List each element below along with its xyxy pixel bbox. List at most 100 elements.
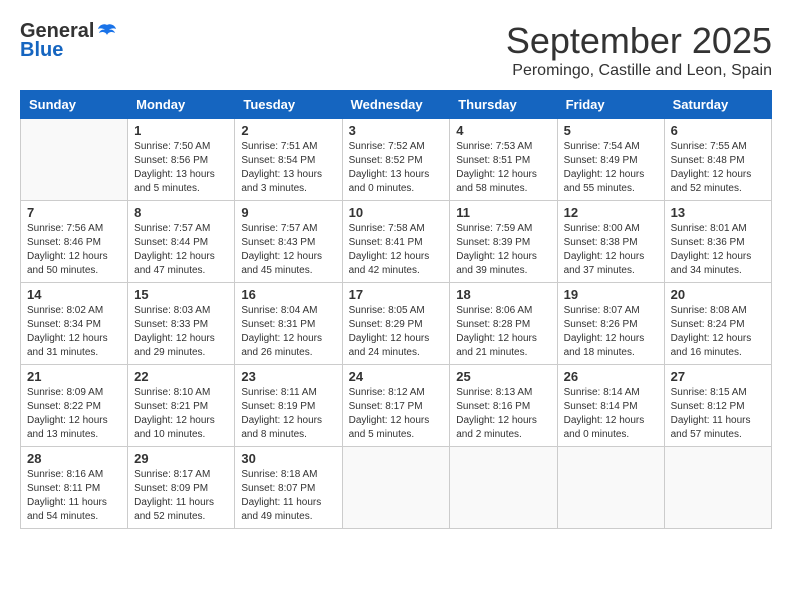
day-number: 19 xyxy=(564,287,658,302)
calendar-day-cell: 21Sunrise: 8:09 AMSunset: 8:22 PMDayligh… xyxy=(21,365,128,447)
header-monday: Monday xyxy=(128,91,235,119)
calendar-day-cell: 30 Sunrise: 8:18 AMSunset: 8:07 PMDayligh… xyxy=(235,447,342,529)
header-wednesday: Wednesday xyxy=(342,91,450,119)
calendar-day-cell: 18Sunrise: 8:06 AMSunset: 8:28 PMDayligh… xyxy=(450,283,557,365)
day-info: Sunrise: 8:18 AMSunset: 8:07 PMDaylight:… xyxy=(241,468,335,524)
calendar-day-cell: 25Sunrise: 8:13 AMSunset: 8:16 PMDayligh… xyxy=(450,365,557,447)
calendar-day-cell: 28Sunrise: 8:16 AMSunset: 8:11 PMDayligh… xyxy=(21,447,128,529)
day-number: 23 xyxy=(241,369,335,384)
day-number: 16 xyxy=(241,287,335,302)
day-info: Sunrise: 8:05 AMSunset: 8:29 PMDaylight:… xyxy=(349,304,444,360)
calendar-day-cell: 20 Sunrise: 8:08 AMSunset: 8:24 PMDayligh… xyxy=(664,283,771,365)
day-info: Sunrise: 7:54 AMSunset: 8:49 PMDaylight:… xyxy=(564,140,658,196)
day-info: Sunrise: 7:58 AMSunset: 8:41 PMDaylight:… xyxy=(349,222,444,278)
calendar-day-cell: 26 Sunrise: 8:14 AMSunset: 8:14 PMDayligh… xyxy=(557,365,664,447)
calendar-day-cell: 29Sunrise: 8:17 AMSunset: 8:09 PMDayligh… xyxy=(128,447,235,529)
day-info: Sunrise: 8:13 AMSunset: 8:16 PMDaylight:… xyxy=(456,386,550,442)
calendar-week-row: 7 Sunrise: 7:56 AMSunset: 8:46 PMDaylight… xyxy=(21,201,772,283)
calendar-week-row: 14 Sunrise: 8:02 AMSunset: 8:34 PMDayligh… xyxy=(21,283,772,365)
calendar-week-row: 21Sunrise: 8:09 AMSunset: 8:22 PMDayligh… xyxy=(21,365,772,447)
page-header: General Blue September 2025 Peromingo, C… xyxy=(20,20,772,80)
month-year-title: September 2025 xyxy=(506,20,772,62)
calendar-header-row: Sunday Monday Tuesday Wednesday Thursday… xyxy=(21,91,772,119)
logo: General Blue xyxy=(20,20,118,62)
day-number: 15 xyxy=(134,287,228,302)
day-number: 9 xyxy=(241,205,335,220)
location-subtitle: Peromingo, Castille and Leon, Spain xyxy=(506,62,772,80)
day-info: Sunrise: 7:57 AMSunset: 8:43 PMDaylight:… xyxy=(241,222,335,278)
day-info: Sunrise: 8:11 AMSunset: 8:19 PMDaylight:… xyxy=(241,386,335,442)
calendar-day-cell: 3Sunrise: 7:52 AMSunset: 8:52 PMDaylight… xyxy=(342,119,450,201)
calendar-day-cell: 2 Sunrise: 7:51 AMSunset: 8:54 PMDaylight… xyxy=(235,119,342,201)
header-tuesday: Tuesday xyxy=(235,91,342,119)
day-info: Sunrise: 7:53 AMSunset: 8:51 PMDaylight:… xyxy=(456,140,550,196)
calendar-day-cell: 22 Sunrise: 8:10 AMSunset: 8:21 PMDayligh… xyxy=(128,365,235,447)
day-number: 14 xyxy=(27,287,121,302)
calendar-week-row: 1 Sunrise: 7:50 AMSunset: 8:56 PMDaylight… xyxy=(21,119,772,201)
header-friday: Friday xyxy=(557,91,664,119)
calendar-day-cell: 17 Sunrise: 8:05 AMSunset: 8:29 PMDayligh… xyxy=(342,283,450,365)
day-number: 11 xyxy=(456,205,550,220)
calendar-day-cell: 4Sunrise: 7:53 AMSunset: 8:51 PMDaylight… xyxy=(450,119,557,201)
day-number: 7 xyxy=(27,205,121,220)
calendar-day-cell: 24 Sunrise: 8:12 AMSunset: 8:17 PMDayligh… xyxy=(342,365,450,447)
calendar-day-cell: 12 Sunrise: 8:00 AMSunset: 8:38 PMDayligh… xyxy=(557,201,664,283)
calendar-day-cell: 1 Sunrise: 7:50 AMSunset: 8:56 PMDaylight… xyxy=(128,119,235,201)
day-number: 5 xyxy=(564,123,658,138)
day-number: 24 xyxy=(349,369,444,384)
calendar-day-cell: 5 Sunrise: 7:54 AMSunset: 8:49 PMDaylight… xyxy=(557,119,664,201)
day-number: 30 xyxy=(241,451,335,466)
day-info: Sunrise: 8:08 AMSunset: 8:24 PMDaylight:… xyxy=(671,304,765,360)
day-number: 26 xyxy=(564,369,658,384)
calendar-day-cell: 6 Sunrise: 7:55 AMSunset: 8:48 PMDaylight… xyxy=(664,119,771,201)
calendar-day-cell: 27 Sunrise: 8:15 AMSunset: 8:12 PMDayligh… xyxy=(664,365,771,447)
day-number: 20 xyxy=(671,287,765,302)
day-info: Sunrise: 8:06 AMSunset: 8:28 PMDaylight:… xyxy=(456,304,550,360)
calendar-day-cell: 16 Sunrise: 8:04 AMSunset: 8:31 PMDayligh… xyxy=(235,283,342,365)
day-info: Sunrise: 8:00 AMSunset: 8:38 PMDaylight:… xyxy=(564,222,658,278)
day-number: 17 xyxy=(349,287,444,302)
calendar-day-cell: 7 Sunrise: 7:56 AMSunset: 8:46 PMDaylight… xyxy=(21,201,128,283)
calendar-day-cell: 15Sunrise: 8:03 AMSunset: 8:33 PMDayligh… xyxy=(128,283,235,365)
calendar-day-cell: 23 Sunrise: 8:11 AMSunset: 8:19 PMDayligh… xyxy=(235,365,342,447)
calendar-day-cell xyxy=(21,119,128,201)
header-sunday: Sunday xyxy=(21,91,128,119)
calendar-day-cell: 11Sunrise: 7:59 AMSunset: 8:39 PMDayligh… xyxy=(450,201,557,283)
day-number: 2 xyxy=(241,123,335,138)
day-number: 8 xyxy=(134,205,228,220)
calendar-day-cell: 10 Sunrise: 7:58 AMSunset: 8:41 PMDayligh… xyxy=(342,201,450,283)
calendar-day-cell xyxy=(664,447,771,529)
day-info: Sunrise: 8:07 AMSunset: 8:26 PMDaylight:… xyxy=(564,304,658,360)
day-number: 10 xyxy=(349,205,444,220)
day-info: Sunrise: 7:50 AMSunset: 8:56 PMDaylight:… xyxy=(134,140,228,196)
day-info: Sunrise: 8:17 AMSunset: 8:09 PMDaylight:… xyxy=(134,468,228,524)
day-info: Sunrise: 8:10 AMSunset: 8:21 PMDaylight:… xyxy=(134,386,228,442)
day-info: Sunrise: 8:14 AMSunset: 8:14 PMDaylight:… xyxy=(564,386,658,442)
day-info: Sunrise: 8:09 AMSunset: 8:22 PMDaylight:… xyxy=(27,386,121,442)
day-number: 12 xyxy=(564,205,658,220)
day-info: Sunrise: 7:51 AMSunset: 8:54 PMDaylight:… xyxy=(241,140,335,196)
day-info: Sunrise: 8:12 AMSunset: 8:17 PMDaylight:… xyxy=(349,386,444,442)
day-info: Sunrise: 7:57 AMSunset: 8:44 PMDaylight:… xyxy=(134,222,228,278)
title-area: September 2025 Peromingo, Castille and L… xyxy=(506,20,772,80)
day-info: Sunrise: 8:02 AMSunset: 8:34 PMDaylight:… xyxy=(27,304,121,360)
header-thursday: Thursday xyxy=(450,91,557,119)
day-number: 13 xyxy=(671,205,765,220)
day-info: Sunrise: 7:55 AMSunset: 8:48 PMDaylight:… xyxy=(671,140,765,196)
calendar-day-cell xyxy=(557,447,664,529)
day-info: Sunrise: 8:15 AMSunset: 8:12 PMDaylight:… xyxy=(671,386,765,442)
calendar-day-cell xyxy=(450,447,557,529)
logo-bird-icon xyxy=(96,21,118,43)
calendar-day-cell: 14 Sunrise: 8:02 AMSunset: 8:34 PMDayligh… xyxy=(21,283,128,365)
day-number: 6 xyxy=(671,123,765,138)
day-number: 22 xyxy=(134,369,228,384)
calendar-week-row: 28Sunrise: 8:16 AMSunset: 8:11 PMDayligh… xyxy=(21,447,772,529)
day-info: Sunrise: 7:56 AMSunset: 8:46 PMDaylight:… xyxy=(27,222,121,278)
day-info: Sunrise: 8:01 AMSunset: 8:36 PMDaylight:… xyxy=(671,222,765,278)
calendar-day-cell xyxy=(342,447,450,529)
logo-blue-text: Blue xyxy=(20,39,63,62)
day-info: Sunrise: 8:04 AMSunset: 8:31 PMDaylight:… xyxy=(241,304,335,360)
day-number: 1 xyxy=(134,123,228,138)
day-number: 3 xyxy=(349,123,444,138)
day-number: 27 xyxy=(671,369,765,384)
